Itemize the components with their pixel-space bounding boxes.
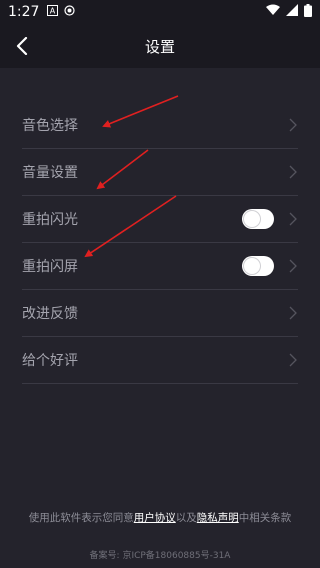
agreement-suffix: 中相关条款 [238,512,292,524]
settings-item-rate[interactable]: 给个好评 [22,337,298,384]
settings-item-label: 重拍闪屏 [22,259,78,275]
icp-label: 备案号: [89,551,120,561]
wifi-icon [266,4,280,20]
agreement-middle: 以及 [175,512,197,524]
settings-item-label: 改进反馈 [22,306,78,322]
chevron-right-icon [289,306,297,320]
toggle-knob [244,211,260,227]
settings-list: 音色选择 音量设置 重拍闪光 重拍闪屏 改进反馈 给个好评 [22,102,298,384]
settings-item-label: 给个好评 [22,353,78,369]
back-button[interactable] [10,34,34,58]
chevron-right-icon [289,353,297,367]
retake-screen-flash-toggle[interactable] [242,256,274,276]
settings-item-label: 音色选择 [22,118,78,134]
settings-item-volume[interactable]: 音量设置 [22,149,298,196]
page-title: 设置 [144,37,175,56]
circle-dot-icon [64,4,76,20]
toggle-knob [244,258,260,274]
user-agreement-link[interactable]: 用户协议 [134,512,176,524]
settings-item-retake-flash[interactable]: 重拍闪光 [22,196,298,243]
a-box-icon: A [47,4,59,20]
settings-item-label: 重拍闪光 [22,212,78,228]
privacy-policy-link[interactable]: 隐私声明 [197,512,239,524]
settings-item-voice[interactable]: 音色选择 [22,102,298,149]
status-bar: 1:27 A [0,0,320,24]
icp-number: 京ICP备18060885号-31A [122,551,231,561]
settings-item-label: 音量设置 [22,165,78,181]
svg-text:A: A [50,7,56,16]
chevron-left-icon [16,37,28,55]
footer-icp: 备案号: 京ICP备18060885号-31A [0,548,320,561]
chevron-right-icon [289,259,297,273]
chevron-right-icon [289,212,297,226]
header: 设置 [0,24,320,68]
settings-item-retake-screen-flash[interactable]: 重拍闪屏 [22,243,298,290]
signal-icon [286,4,298,20]
retake-flash-toggle[interactable] [242,209,274,229]
battery-icon [304,3,312,21]
chevron-right-icon [289,165,297,179]
agreement-prefix: 使用此软件表示您同意 [28,512,134,524]
settings-item-feedback[interactable]: 改进反馈 [22,290,298,337]
chevron-right-icon [289,118,297,132]
footer-agreement: 使用此软件表示您同意用户协议以及隐私声明中相关条款 [0,510,320,525]
status-time: 1:27 [8,4,40,20]
